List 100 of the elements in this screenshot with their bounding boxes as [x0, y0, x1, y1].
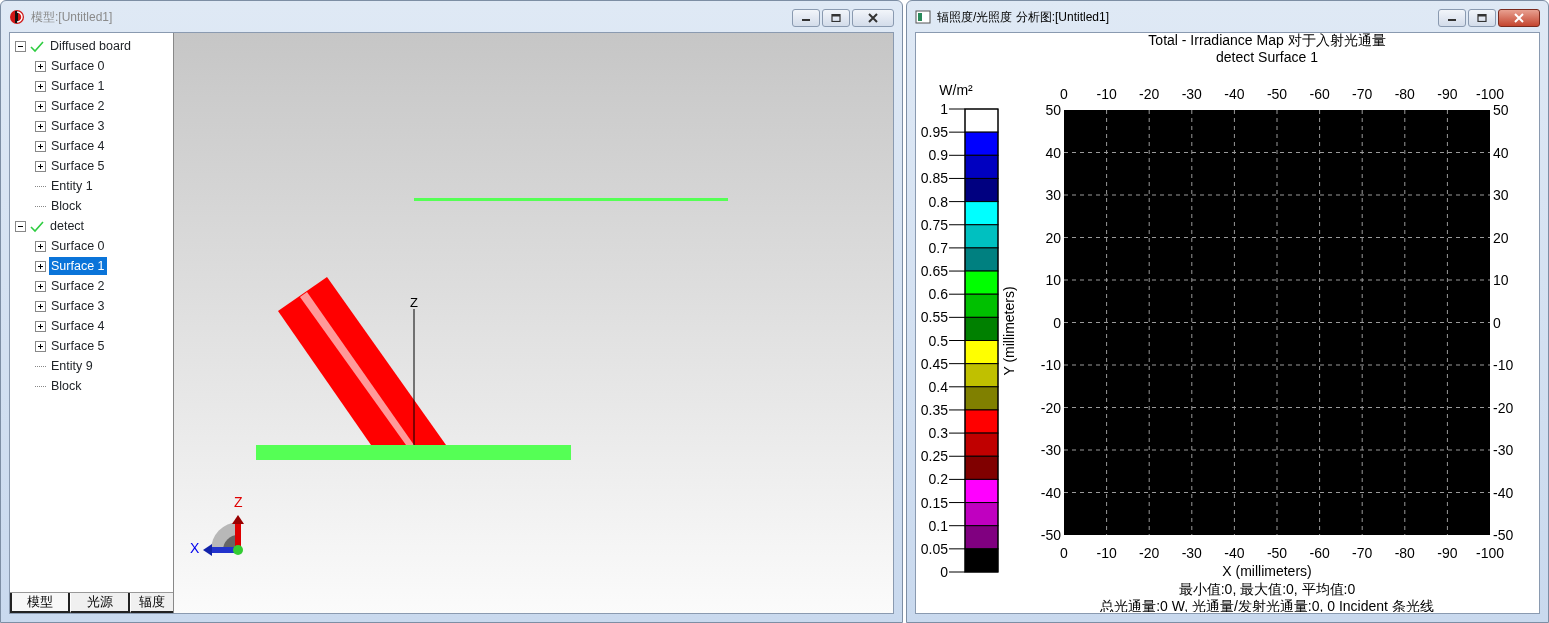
scale-label: 0.2 — [928, 471, 948, 488]
tick-label: 10 — [1045, 272, 1061, 288]
tick-label: 30 — [1493, 187, 1509, 203]
maximize-button[interactable] — [1468, 9, 1496, 27]
scale-label: 0.75 — [920, 216, 948, 233]
tick-label: -50 — [1040, 527, 1061, 543]
tree-item[interactable]: Surface 3 — [49, 297, 107, 315]
axis-title: X (millimeters) — [1222, 563, 1312, 579]
tab[interactable]: 模型 — [10, 593, 70, 613]
expand-icon[interactable] — [35, 320, 46, 332]
tree-item[interactable]: Entity 1 — [49, 177, 95, 195]
tab[interactable]: 辐度 — [130, 593, 173, 613]
tick-label: -60 — [1309, 86, 1330, 102]
tree-item[interactable]: Surface 2 — [49, 277, 107, 295]
tick-label: -20 — [1040, 399, 1061, 416]
tick-label: 40 — [1493, 144, 1509, 161]
tick-label: -70 — [1352, 545, 1373, 561]
scale-label: 0.5 — [928, 332, 948, 349]
tree-item[interactable]: Entity 9 — [49, 357, 95, 375]
tick-label: -10 — [1096, 86, 1117, 102]
tick-label: -90 — [1437, 545, 1458, 561]
scale-label: 0.8 — [928, 193, 948, 210]
maximize-icon — [831, 14, 841, 22]
maximize-button[interactable] — [822, 9, 850, 27]
scale-label: 0.15 — [920, 494, 948, 511]
tick-label: -100 — [1476, 545, 1504, 561]
unit-label: W/m² — [939, 82, 973, 98]
tick-label: 50 — [1493, 102, 1509, 118]
close-button[interactable] — [1498, 9, 1540, 27]
close-icon — [867, 13, 879, 23]
expand-icon[interactable] — [35, 160, 46, 172]
tick-label: 0 — [1493, 314, 1501, 331]
axis-triad-drawing — [203, 515, 244, 556]
tree-item[interactable]: Surface 1 — [49, 77, 107, 95]
expand-icon[interactable] — [35, 100, 46, 112]
scale-label: 0.4 — [928, 378, 948, 395]
tree-item[interactable]: detect — [48, 217, 87, 235]
axis-label: X — [190, 540, 200, 556]
tick-label: -50 — [1266, 86, 1288, 102]
tree-item[interactable]: Block — [49, 377, 84, 395]
tick-label: 0 — [1060, 545, 1068, 561]
tick-label: -50 — [1493, 527, 1514, 543]
scale-label: 0.45 — [920, 355, 948, 372]
flux-text: 总光通量:0 W, 光通量/发射光通量:0, 0 Incident 条光线 — [1100, 598, 1434, 612]
tree-item[interactable]: Surface 5 — [49, 337, 107, 355]
tick-label: -40 — [1493, 484, 1514, 501]
tab[interactable]: 光源 — [70, 593, 130, 613]
scale-label: 0.1 — [928, 517, 948, 534]
scale-label: 0.35 — [920, 401, 948, 418]
window-icon — [915, 8, 931, 25]
app-icon — [9, 8, 25, 25]
tick-label: 50 — [1045, 102, 1061, 118]
tick-label: -90 — [1437, 86, 1458, 102]
scale-label: 0.3 — [928, 425, 948, 442]
collapse-icon[interactable] — [15, 40, 26, 52]
tick-label: -20 — [1139, 86, 1160, 102]
axis-label: Z — [234, 494, 243, 510]
tick-label: -30 — [1040, 442, 1061, 458]
expand-icon[interactable] — [35, 140, 46, 152]
tick-label: -10 — [1040, 357, 1061, 373]
expand-icon[interactable] — [35, 280, 46, 292]
tick-label: -80 — [1394, 86, 1415, 102]
scale-label: 0.7 — [928, 239, 948, 256]
tick-label: -40 — [1224, 545, 1245, 561]
expand-icon[interactable] — [35, 300, 46, 312]
minimize-button[interactable] — [1438, 9, 1466, 27]
tree-item[interactable]: Surface 0 — [49, 237, 107, 255]
close-button[interactable] — [852, 9, 894, 27]
expand-icon[interactable] — [35, 120, 46, 132]
tree-item[interactable]: Surface 4 — [49, 137, 107, 155]
tick-label: -30 — [1493, 442, 1514, 458]
tree-item[interactable]: Diffused board — [48, 37, 134, 55]
tree-item[interactable]: Block — [49, 197, 84, 215]
tick-label: 0 — [1060, 86, 1068, 102]
collapse-icon[interactable] — [15, 220, 26, 232]
scale-label: 0.85 — [920, 170, 948, 187]
tree-item[interactable]: Surface 1 — [49, 257, 107, 275]
expand-icon[interactable] — [35, 80, 46, 92]
scale-label: 0.6 — [928, 286, 948, 303]
window-title: 辐照度/光照度 分析图:[Untitled1] — [937, 8, 1110, 26]
expand-icon[interactable] — [35, 60, 46, 72]
expand-icon[interactable] — [35, 340, 46, 352]
tick-label: -70 — [1352, 86, 1373, 102]
expand-icon[interactable] — [35, 240, 46, 252]
scale-label: 0 — [940, 564, 948, 580]
tree-item[interactable]: Surface 4 — [49, 317, 107, 335]
stats-text: 最小值:0, 最大值:0, 平均值:0 — [1178, 581, 1356, 597]
tree-item[interactable]: Surface 5 — [49, 157, 107, 175]
tree-item[interactable]: Surface 2 — [49, 97, 107, 115]
tick-label: 10 — [1493, 272, 1509, 288]
tick-label: 20 — [1493, 229, 1509, 246]
axis-title: Y (millimeters) — [1001, 286, 1017, 376]
tree-item[interactable]: Surface 0 — [49, 57, 107, 75]
tick-label: -40 — [1040, 484, 1061, 501]
expand-icon[interactable] — [35, 260, 46, 272]
tick-label: -50 — [1266, 545, 1288, 561]
maximize-icon — [1477, 14, 1487, 22]
minimize-button[interactable] — [792, 9, 820, 27]
scale-label: 0.9 — [928, 147, 948, 164]
tree-item[interactable]: Surface 3 — [49, 117, 107, 135]
